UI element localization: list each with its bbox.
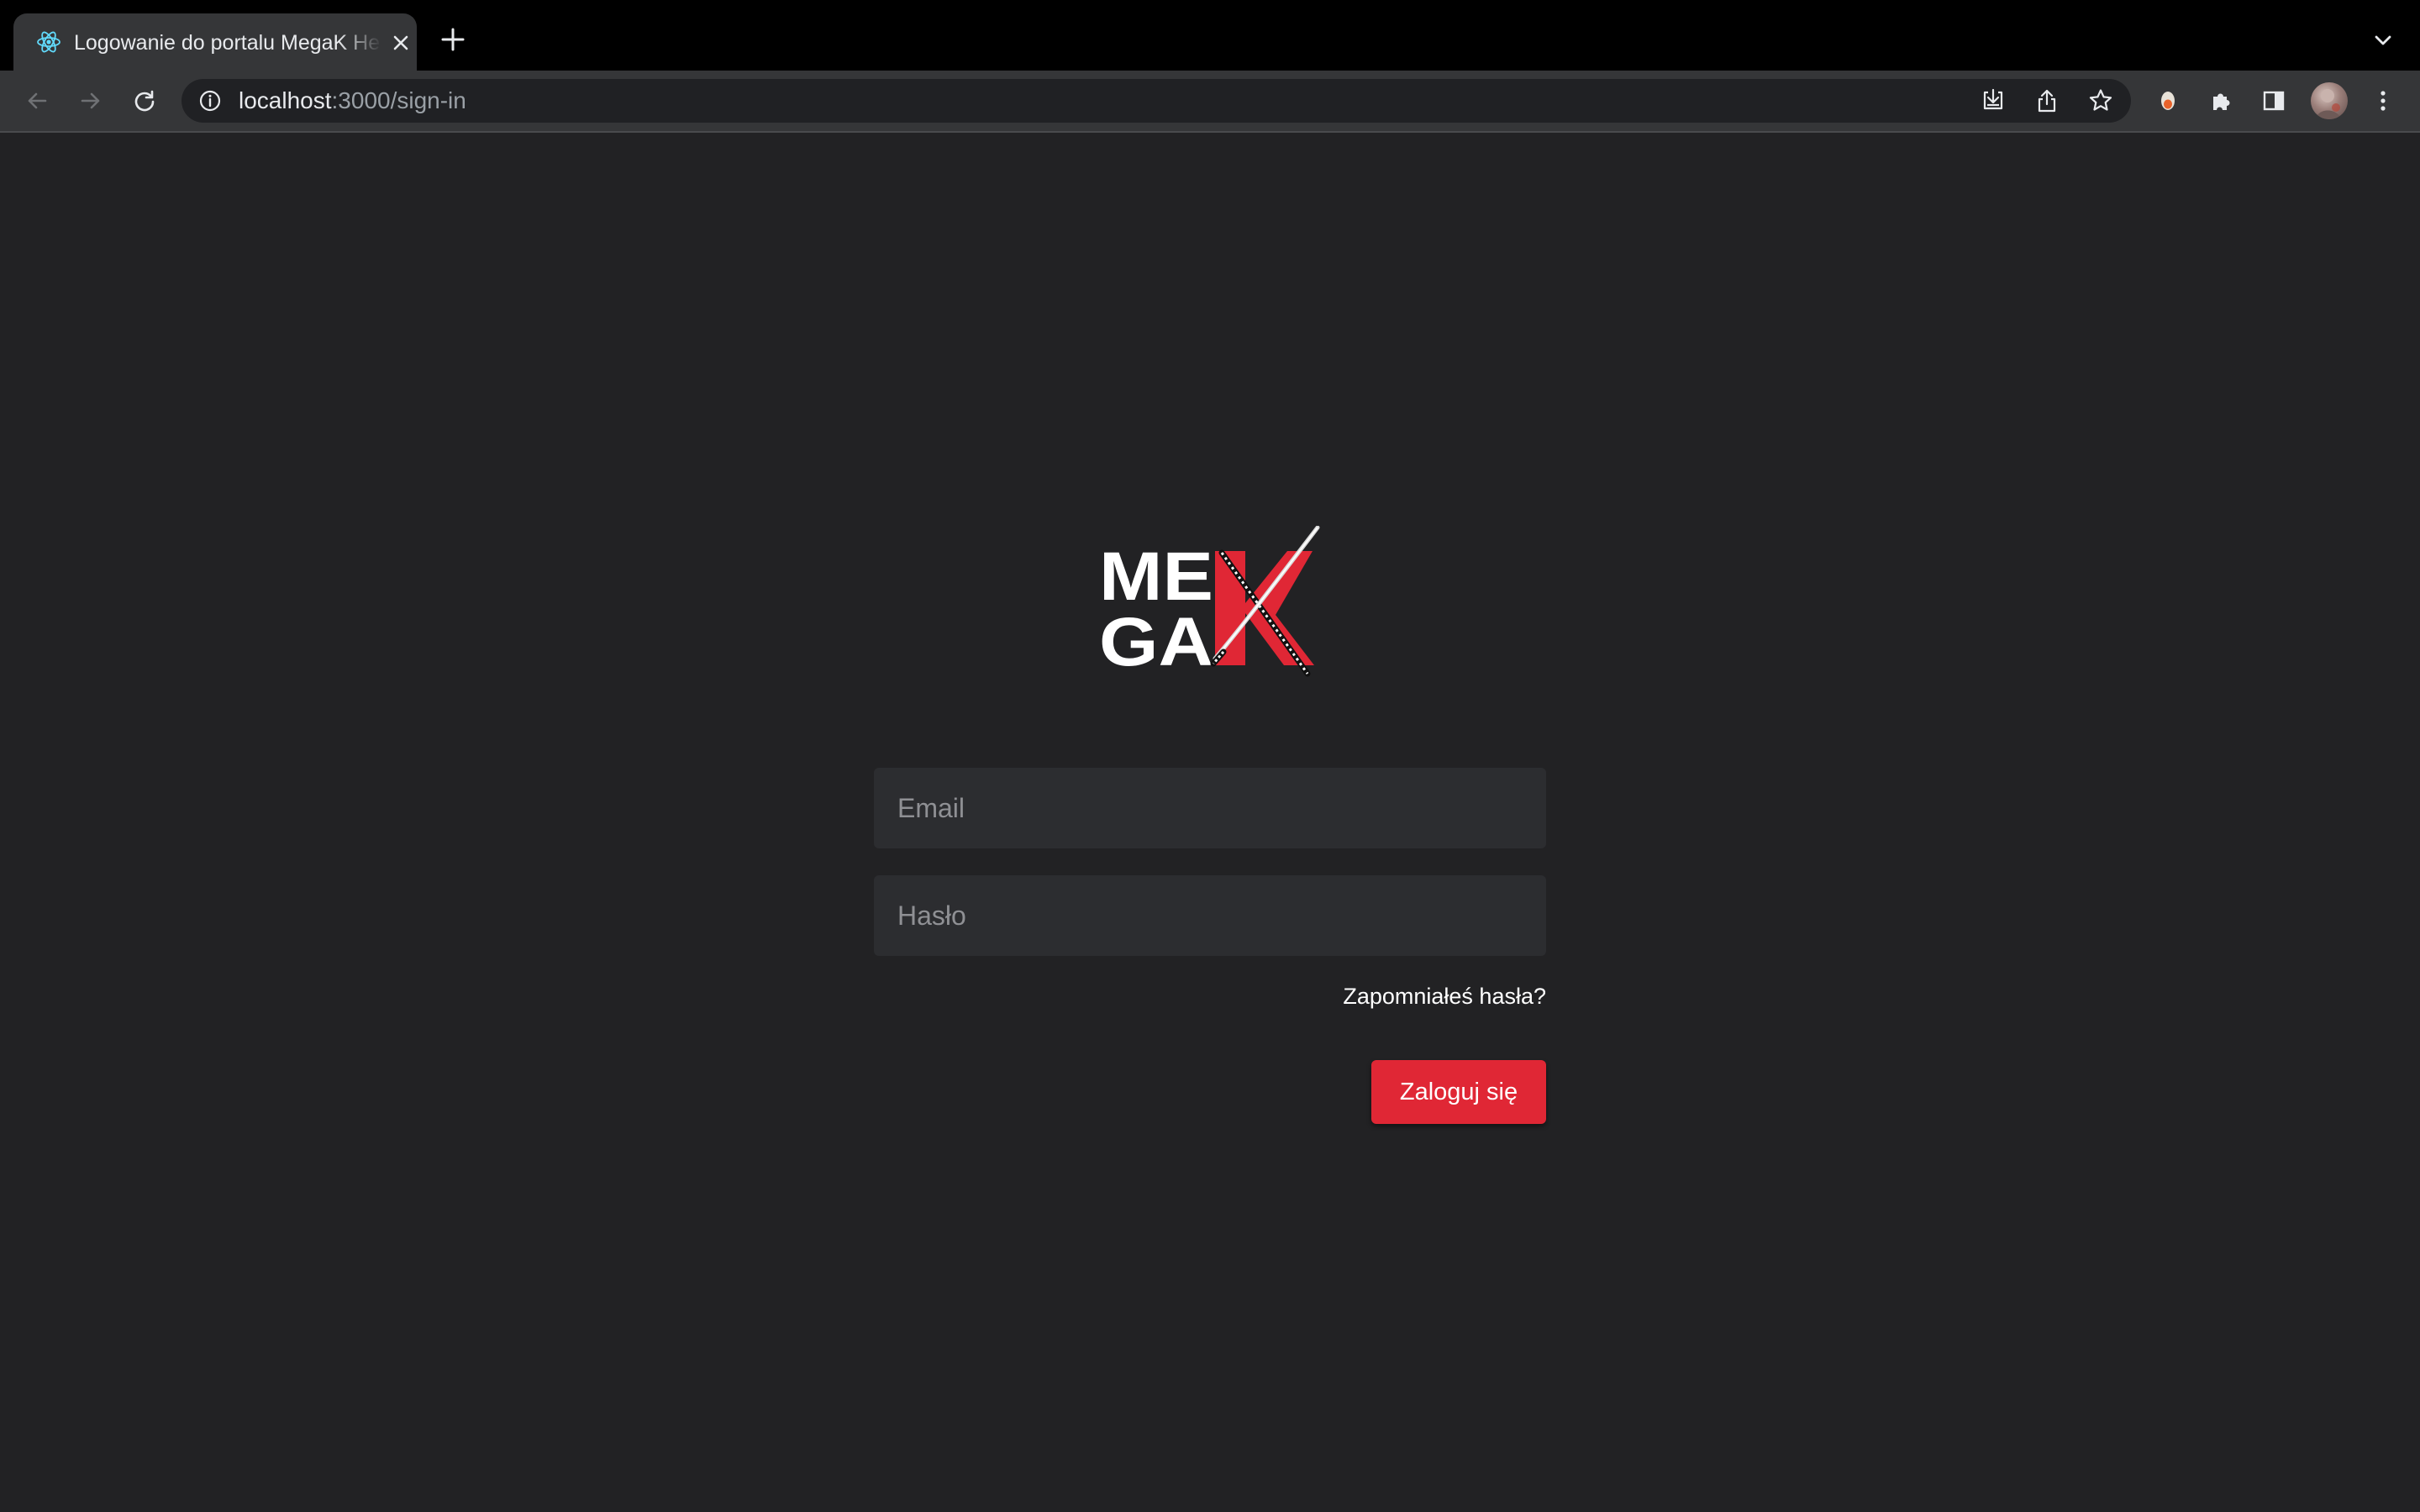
url-text[interactable]: localhost:3000/sign-in (239, 87, 466, 115)
tab-title: Logowanie do portalu MegaK Hea (74, 31, 381, 55)
forward-button[interactable] (72, 82, 109, 119)
side-panel-icon[interactable] (2260, 87, 2287, 114)
more-menu-icon[interactable] (2370, 87, 2396, 114)
browser-toolbar: localhost:3000/sign-in (0, 71, 2420, 131)
address-bar[interactable]: localhost:3000/sign-in (182, 79, 2131, 123)
reload-icon (134, 90, 155, 112)
password-field[interactable] (874, 875, 1546, 956)
new-tab-plus-icon[interactable] (439, 25, 467, 54)
install-app-icon[interactable] (1980, 87, 2007, 114)
forward-arrow-icon (81, 92, 100, 109)
url-host: localhost (239, 87, 332, 113)
logo-text-line2: GA (1099, 604, 1213, 680)
sign-in-button[interactable]: Zaloguj się (1371, 1060, 1546, 1124)
browser-tab-active[interactable]: Logowanie do portalu MegaK Hea (13, 13, 417, 71)
url-path: :3000/sign-in (331, 87, 466, 113)
back-arrow-icon (28, 92, 47, 109)
tab-list-chevron-icon[interactable] (2371, 29, 2395, 52)
back-button[interactable] (18, 82, 55, 119)
email-field[interactable] (874, 768, 1546, 848)
tab-strip: Logowanie do portalu MegaK Hea (0, 0, 2420, 71)
profile-avatar[interactable] (2311, 82, 2348, 119)
extension-icon[interactable] (2154, 87, 2181, 114)
toolbar-divider (0, 131, 2420, 133)
share-icon[interactable] (2033, 87, 2060, 114)
info-icon[interactable] (198, 89, 222, 113)
bookmark-star-icon[interactable] (2087, 87, 2114, 114)
tab-close-icon[interactable] (388, 30, 413, 55)
react-icon (37, 31, 60, 53)
forgot-password-link[interactable]: Zapomniałeś hasła? (1343, 981, 1546, 1011)
avatar-photo (2316, 89, 2341, 119)
reload-button[interactable] (126, 82, 163, 119)
megak-logo: ME GA (1099, 526, 1320, 680)
puzzle-extensions-icon[interactable] (2208, 87, 2235, 114)
